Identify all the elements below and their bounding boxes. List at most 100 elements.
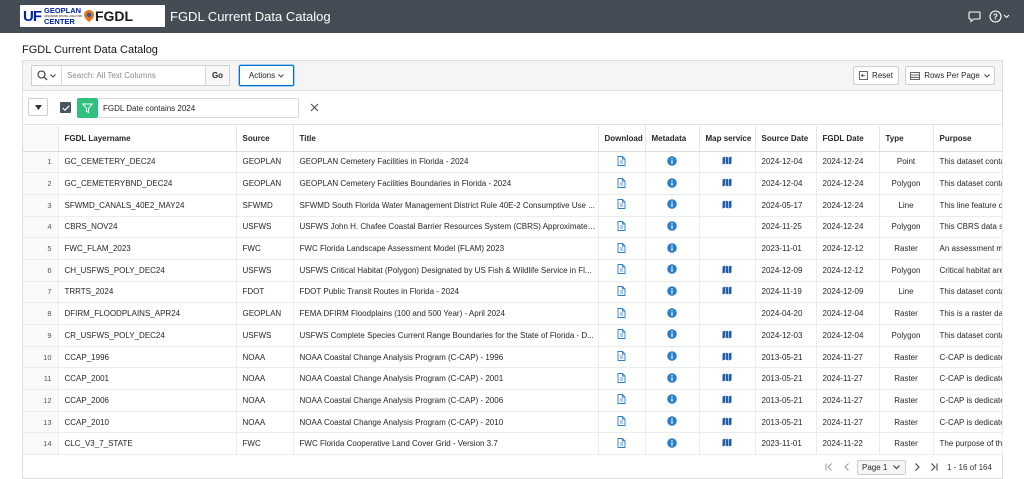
chevron-down-icon	[278, 73, 284, 78]
cell-download	[598, 259, 646, 282]
cell-title: NOAA Coastal Change Analysis Program (C-…	[293, 346, 599, 369]
info-icon[interactable]	[667, 329, 677, 340]
reset-label: Reset	[872, 71, 893, 80]
cell-source: USFWS	[236, 216, 294, 239]
column-header-source-date[interactable]: Source Date	[755, 126, 817, 152]
cell-layername: GC_CEMETERYBND_DEC24	[58, 172, 237, 195]
download-icon[interactable]	[617, 307, 626, 318]
column-header-type[interactable]: Type	[879, 126, 934, 152]
last-page-icon[interactable]	[928, 461, 940, 473]
go-button[interactable]: Go	[205, 66, 229, 85]
row-number: 14	[23, 432, 59, 456]
table-row[interactable]: 5 FWC_FLAM_2023 FWC FWC Florida Landscape A…	[23, 237, 1003, 260]
table-row[interactable]: 7 TRRTS_2024 FDOT FDOT Public Transit Route…	[23, 281, 1003, 304]
column-header-layername[interactable]: FGDL Layername	[58, 126, 237, 152]
table-row[interactable]: 11 CCAP_2001 NOAA NOAA Coastal Change Analy…	[23, 367, 1003, 391]
column-header-title[interactable]: Title	[293, 126, 599, 152]
map-icon[interactable]	[722, 395, 732, 404]
info-icon[interactable]	[667, 286, 677, 296]
first-page-icon[interactable]	[823, 461, 835, 473]
info-icon[interactable]	[667, 307, 677, 318]
column-header-download[interactable]: Download	[598, 126, 646, 152]
info-icon[interactable]	[667, 264, 677, 275]
table-row[interactable]: 3 SFWMD_CANALS_40E2_MAY24 SFWMD SFWMD South…	[23, 194, 1003, 217]
info-icon[interactable]	[667, 351, 677, 361]
info-icon[interactable]	[667, 437, 677, 448]
map-icon[interactable]	[722, 417, 732, 426]
previous-page-icon[interactable]	[841, 461, 853, 473]
download-icon[interactable]	[617, 351, 626, 361]
collapse-filters-button[interactable]	[28, 98, 48, 116]
cell-map-service	[699, 216, 756, 239]
info-icon[interactable]	[667, 242, 677, 253]
download-icon[interactable]	[617, 329, 626, 340]
map-icon[interactable]	[722, 373, 732, 382]
column-header-source[interactable]: Source	[236, 126, 294, 152]
actions-menu-button[interactable]: Actions	[239, 65, 294, 86]
table-row[interactable]: 10 CCAP_1996 NOAA NOAA Coastal Change Analy…	[23, 346, 1003, 369]
map-icon[interactable]	[722, 330, 732, 339]
cell-purpose: C-CAP is dedicated	[933, 346, 1003, 369]
column-header-map-service[interactable]: Map service	[699, 126, 756, 152]
cell-source-date: 2024-12-03	[755, 324, 817, 347]
map-icon[interactable]	[722, 286, 732, 295]
table-row[interactable]: 2 GC_CEMETERYBND_DEC24 GEOPLAN GEOPLAN Ceme…	[23, 172, 1003, 195]
map-icon[interactable]	[722, 200, 732, 209]
next-page-icon[interactable]	[911, 461, 923, 473]
rows-per-page-button[interactable]: Rows Per Page	[905, 66, 995, 85]
download-icon[interactable]	[617, 394, 626, 405]
table-row[interactable]: 14 CLC_V3_7_STATE FWC FWC Florida Cooperati…	[23, 432, 1003, 456]
column-header-purpose[interactable]: Purpose	[933, 126, 1003, 152]
info-icon[interactable]	[667, 394, 677, 405]
table-row[interactable]: 9 CR_USFWS_POLY_DEC24 USFWS USFWS Complete …	[23, 324, 1003, 347]
row-number: 8	[23, 302, 59, 325]
map-icon[interactable]	[722, 438, 732, 447]
table-row[interactable]: 12 CCAP_2006 NOAA NOAA Coastal Change Analy…	[23, 389, 1003, 412]
cell-source: FWC	[236, 432, 294, 456]
fgdl-logo[interactable]: UF GEOPLAN ADVANCED SPATIAL ANALYSIS CEN…	[20, 5, 165, 27]
table-row[interactable]: 8 DFIRM_FLOODPLAINS_APR24 GEOPLAN FEMA DFIR…	[23, 302, 1003, 325]
info-icon[interactable]	[667, 199, 677, 210]
reset-button[interactable]: Reset	[853, 66, 899, 85]
cell-source: GEOPLAN	[236, 172, 294, 195]
info-icon[interactable]	[667, 156, 677, 166]
info-icon[interactable]	[667, 416, 677, 426]
help-icon[interactable]: ?	[989, 10, 1011, 23]
download-icon[interactable]	[617, 199, 626, 210]
cell-purpose: C-CAP is dedicated	[933, 411, 1003, 434]
map-icon[interactable]	[722, 156, 732, 165]
cell-source-date: 2024-11-19	[755, 281, 817, 304]
chat-icon[interactable]	[968, 10, 981, 23]
download-icon[interactable]	[617, 177, 626, 188]
table-row[interactable]: 6 CH_USFWS_POLY_DEC24 USFWS USFWS Critical …	[23, 259, 1003, 282]
table-row[interactable]: 4 CBRS_NOV24 USFWS USFWS John H. Chafee Coa…	[23, 216, 1003, 239]
filter-icon	[77, 98, 98, 118]
column-header-fgdl-date[interactable]: FGDL Date	[816, 126, 880, 152]
search-input[interactable]	[62, 66, 205, 85]
table-row[interactable]: 1 GC_CEMETERY_DEC24 GEOPLAN GEOPLAN Cemeter…	[23, 151, 1003, 174]
filter-text[interactable]: FGDL Date contains 2024	[98, 98, 299, 118]
info-icon[interactable]	[667, 372, 677, 383]
column-header-metadata[interactable]: Metadata	[645, 126, 700, 152]
map-icon[interactable]	[722, 352, 732, 361]
cell-fgdl-date: 2024-12-24	[816, 194, 880, 217]
download-icon[interactable]	[617, 242, 626, 253]
download-icon[interactable]	[617, 220, 626, 231]
page-select[interactable]: Page 1	[857, 460, 906, 475]
download-icon[interactable]	[617, 286, 626, 296]
cell-metadata	[645, 411, 700, 434]
search-icon	[37, 70, 48, 81]
download-icon[interactable]	[617, 264, 626, 275]
filter-enabled-checkbox[interactable]	[60, 102, 71, 113]
info-icon[interactable]	[667, 177, 677, 188]
remove-filter-icon[interactable]	[308, 101, 320, 113]
map-icon[interactable]	[722, 178, 732, 187]
download-icon[interactable]	[617, 155, 626, 166]
table-row[interactable]: 13 CCAP_2010 NOAA NOAA Coastal Change Analy…	[23, 411, 1003, 434]
download-icon[interactable]	[617, 416, 626, 427]
info-icon[interactable]	[667, 221, 677, 231]
map-icon[interactable]	[722, 265, 732, 274]
download-icon[interactable]	[617, 437, 626, 448]
search-column-selector[interactable]	[32, 66, 62, 85]
download-icon[interactable]	[617, 372, 626, 383]
